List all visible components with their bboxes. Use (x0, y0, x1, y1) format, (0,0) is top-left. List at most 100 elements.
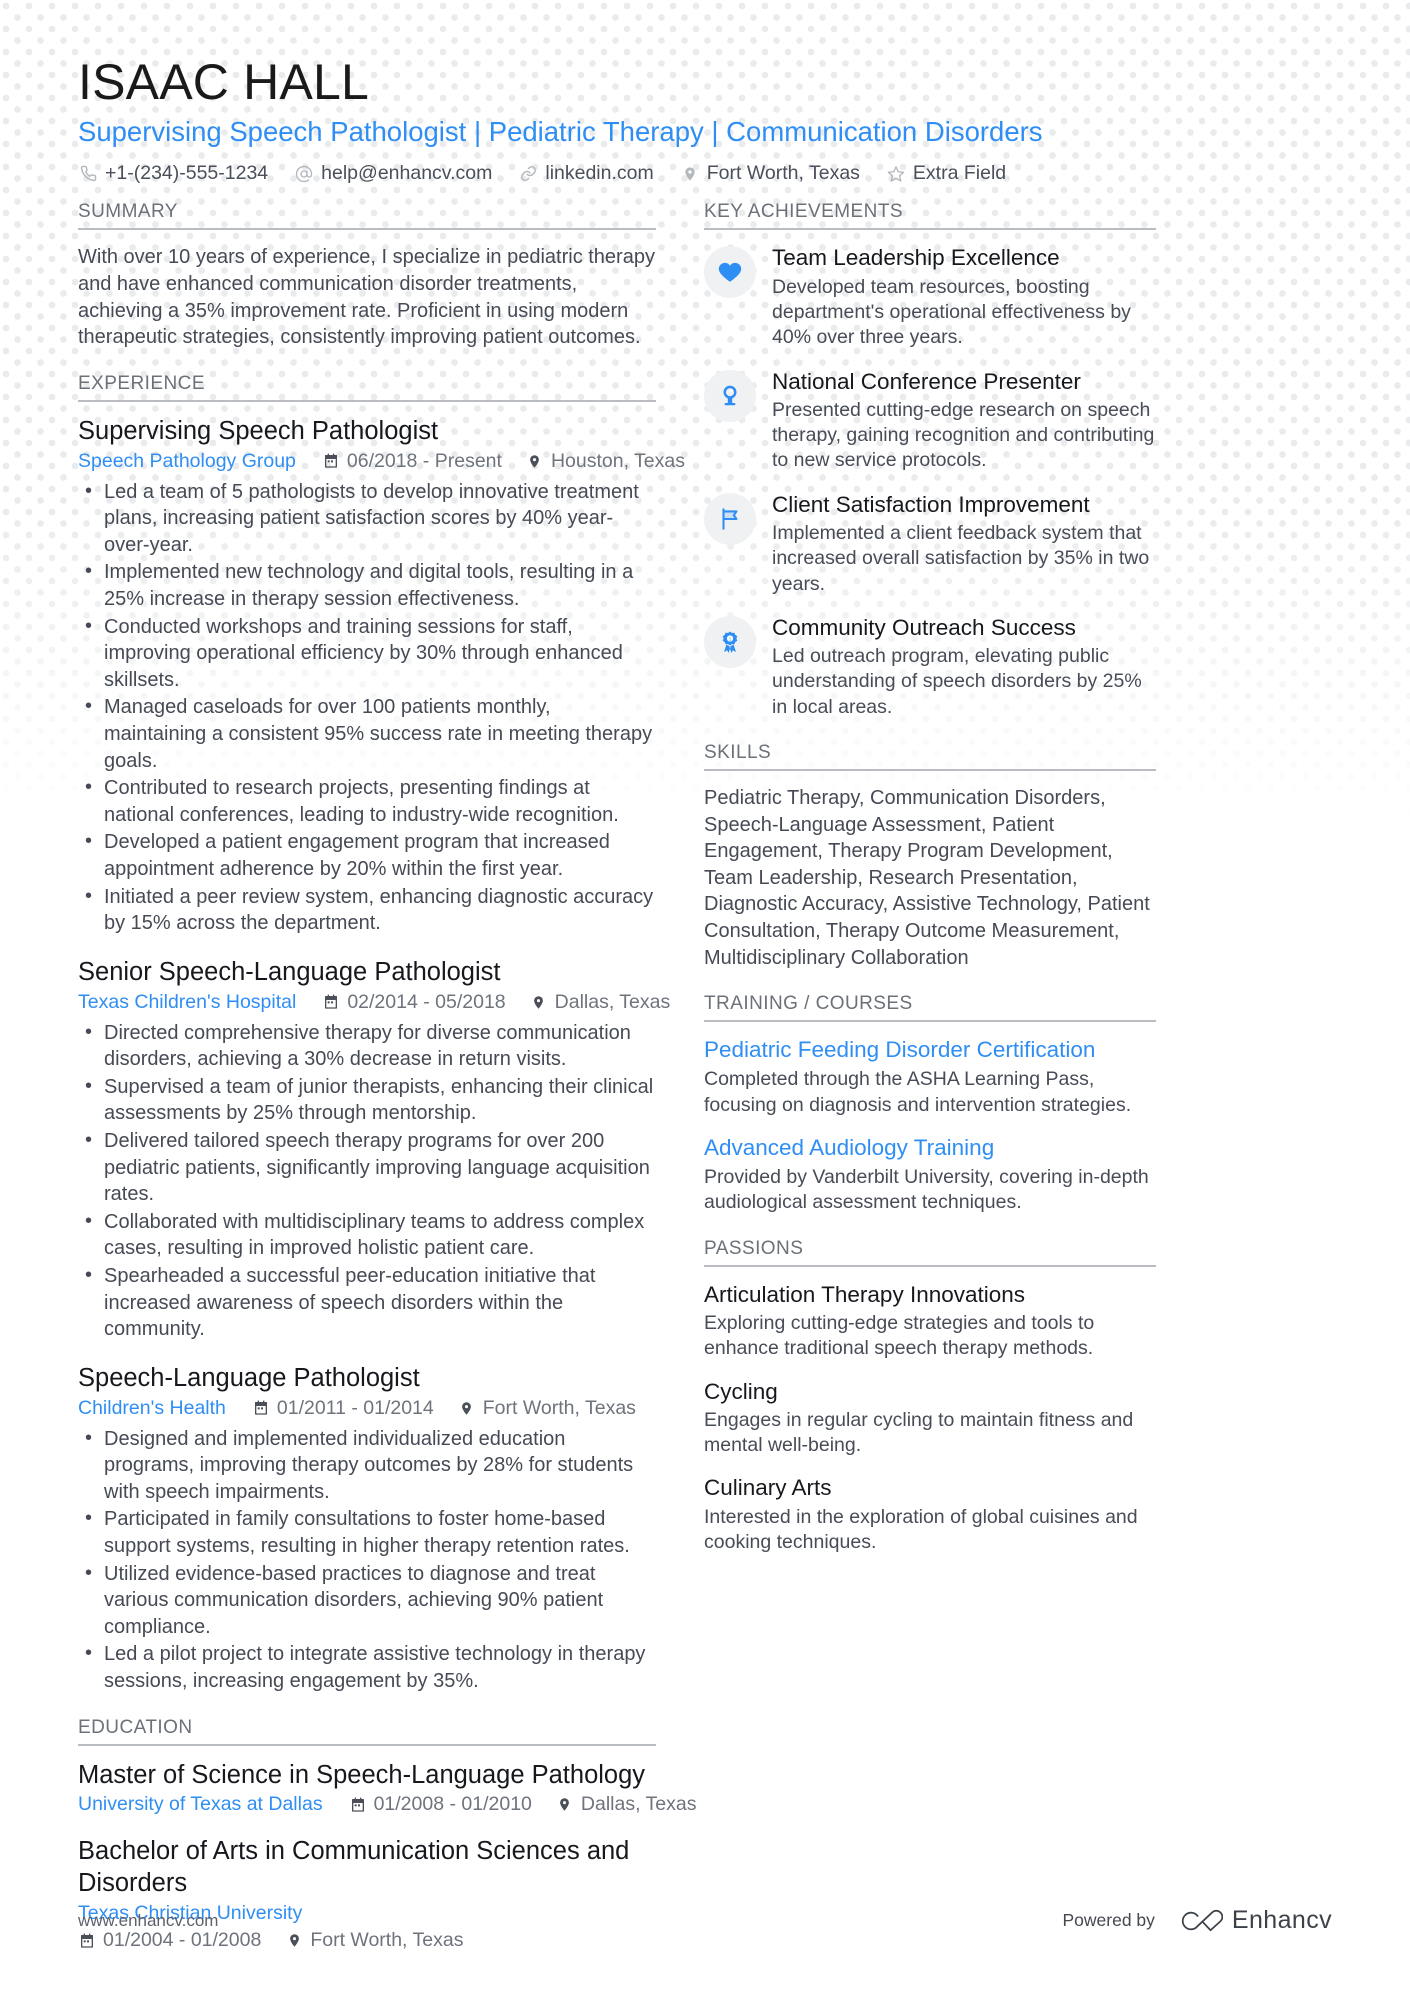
list-item: Collaborated with multidisciplinary team… (78, 1208, 656, 1262)
section-title-training-courses: TRAINING / COURSES (704, 993, 1156, 1023)
location-icon (526, 453, 544, 470)
star-icon (886, 165, 906, 183)
enhancv-logo-icon (1175, 1908, 1223, 1934)
contact-location-text: Fort Worth, Texas (706, 162, 860, 185)
passion-item: Culinary Arts Interested in the explorati… (704, 1474, 1156, 1555)
list-item: Conducted workshops and training session… (78, 613, 656, 694)
training-list: Pediatric Feeding Disorder Certification… (704, 1022, 1156, 1216)
professional-headline: Supervising Speech Pathologist | Pediatr… (78, 116, 1043, 147)
experience-dates-text: 02/2014 - 05/2018 (347, 990, 506, 1013)
contact-extra-field[interactable]: Extra Field (886, 162, 1006, 185)
summary-text: With over 10 years of experience, I spec… (78, 246, 655, 349)
passion-title: Cycling (704, 1378, 778, 1404)
experience-role: Senior Speech-Language Pathologist (78, 957, 501, 986)
experience-entry: Supervising Speech Pathologist Speech Pat… (78, 416, 685, 937)
contact-email-text: help@enhancv.com (321, 162, 493, 185)
list-item: Delivered tailored speech therapy progra… (78, 1127, 656, 1208)
link-icon (518, 165, 538, 182)
achievement-item: Team Leadership Excellence Developed team… (704, 244, 1156, 350)
list-item: Implemented new technology and digital t… (78, 558, 656, 612)
experience-bullets: Directed comprehensive therapy for diver… (78, 1019, 656, 1343)
location-icon (680, 165, 700, 183)
calendar-icon (252, 1400, 270, 1416)
passion-item: Articulation Therapy Innovations Explorin… (704, 1281, 1156, 1362)
training-title[interactable]: Pediatric Feeding Disorder Certification (704, 1036, 1156, 1064)
training-title[interactable]: Advanced Audiology Training (704, 1134, 1156, 1162)
calendar-icon (349, 1797, 367, 1813)
calendar-icon (322, 453, 340, 469)
education-school[interactable]: University of Texas at Dallas (78, 1793, 323, 1816)
section-title-key-achievements: KEY ACHIEVEMENTS (704, 201, 1156, 231)
powered-by-block: Powered by Enhancv (1062, 1906, 1332, 1935)
experience-role: Supervising Speech Pathologist (78, 416, 439, 445)
experience-role: Speech-Language Pathologist (78, 1363, 420, 1392)
experience-location-text: Fort Worth, Texas (482, 1396, 636, 1419)
education-degree: Master of Science in Speech-Language Pat… (78, 1760, 646, 1789)
achievement-description: Developed team resources, boosting depar… (772, 275, 1131, 349)
experience-dates-text: 06/2018 - Present (346, 449, 502, 472)
passion-title: Articulation Therapy Innovations (704, 1281, 1026, 1307)
achievement-title: Community Outreach Success (772, 614, 1076, 640)
location-icon (556, 1796, 574, 1813)
page-title: ISAAC HALL (78, 54, 370, 110)
experience-meta: Children's Health 01/2011 - 01/2014 Fort W… (78, 1397, 656, 1420)
enhancv-brand-name: Enhancv (1231, 1906, 1332, 1934)
contact-phone-text: +1-(234)-555-1234 (105, 162, 269, 185)
resume-header: ISAAC HALL Supervising Speech Pathologis… (0, 0, 1410, 185)
experience-organization[interactable]: Texas Children's Hospital (78, 991, 296, 1014)
achievement-item: Client Satisfaction Improvement Implement… (704, 491, 1156, 597)
achievement-title: National Conference Presenter (772, 368, 1081, 394)
list-item: Contributed to research projects, presen… (78, 774, 656, 828)
contact-phone[interactable]: +1-(234)-555-1234 (78, 162, 268, 185)
list-item: Managed caseloads for over 100 patients … (78, 693, 656, 774)
achievement-item: National Conference Presenter Presented c… (704, 368, 1156, 474)
experience-organization[interactable]: Speech Pathology Group (78, 450, 296, 473)
resume-columns: SUMMARY With over 10 years of experience… (0, 201, 1410, 1958)
experience-organization[interactable]: Children's Health (78, 1397, 226, 1420)
list-item: Participated in family consultations to … (78, 1505, 656, 1559)
experience-dates: 02/2014 - 05/2018 (322, 990, 506, 1014)
education-location: Dallas, Texas (556, 1793, 697, 1816)
contact-email[interactable]: help@enhancv.com (294, 162, 492, 185)
education-meta: University of Texas at Dallas 01/2008 - 0… (78, 1793, 697, 1816)
list-item: Supervised a team of junior therapists, … (78, 1073, 656, 1127)
list-item: Spearheaded a successful peer-education … (78, 1262, 656, 1343)
calendar-icon (78, 1933, 96, 1949)
experience-location: Dallas, Texas (530, 991, 670, 1014)
footer-website-url[interactable]: www.enhancv.com (78, 1911, 218, 1931)
section-key-achievements: KEY ACHIEVEMENTS Team Leadership Excelle… (704, 201, 1156, 720)
location-icon (458, 1400, 476, 1417)
education-location-text: Dallas, Texas (580, 1793, 697, 1816)
section-title-skills: SKILLS (704, 742, 1156, 771)
experience-meta: Speech Pathology Group 06/2018 - Present H… (78, 449, 685, 473)
experience-meta: Texas Children's Hospital 02/2014 - 05/20… (78, 990, 670, 1014)
experience-bullets: Led a team of 5 pathologists to develop … (78, 478, 656, 937)
contact-location[interactable]: Fort Worth, Texas (680, 162, 860, 185)
award-icon: 1 (704, 615, 756, 668)
resume-footer: www.enhancv.com Powered by Enhancv (0, 1906, 1410, 1935)
experience-list: Supervising Speech Pathologist Speech Pat… (78, 402, 685, 1695)
passions-list: Articulation Therapy Innovations Explorin… (704, 1267, 1156, 1555)
list-item: Led a pilot project to integrate assisti… (78, 1640, 656, 1694)
education-dates-text: 01/2008 - 01/2010 (373, 1793, 532, 1816)
experience-entry: Speech-Language Pathologist Children's He… (78, 1363, 656, 1695)
contact-row: +1-(234)-555-1234 help@enhancv.com linke… (78, 162, 1332, 185)
passion-title: Culinary Arts (704, 1475, 832, 1501)
training-item: Pediatric Feeding Disorder Certification… (704, 1036, 1156, 1118)
section-training-courses: TRAINING / COURSES Pediatric Feeding Dis… (704, 993, 1156, 1216)
section-passions: PASSIONS Articulation Therapy Innovation… (704, 1238, 1156, 1555)
email-icon (294, 165, 314, 183)
list-item: Utilized evidence-based practices to dia… (78, 1560, 656, 1641)
achievement-title: Team Leadership Excellence (772, 245, 1060, 271)
training-description: Completed through the ASHA Learning Pass… (704, 1068, 1132, 1116)
section-experience: EXPERIENCE Supervising Speech Pathologis… (78, 373, 685, 1695)
location-icon (530, 994, 548, 1011)
list-item: Initiated a peer review system, enhancin… (78, 883, 656, 937)
right-column: KEY ACHIEVEMENTS Team Leadership Excelle… (678, 201, 1156, 1555)
section-title-experience: EXPERIENCE (78, 373, 656, 402)
contact-extra-field-text: Extra Field (912, 162, 1007, 185)
skills-text: Pediatric Therapy, Communication Disorde… (704, 787, 1150, 969)
contact-link[interactable]: linkedin.com (518, 162, 654, 185)
education-dates: 01/2008 - 01/2010 (349, 1793, 532, 1816)
passion-description: Interested in the exploration of global … (704, 1505, 1138, 1553)
